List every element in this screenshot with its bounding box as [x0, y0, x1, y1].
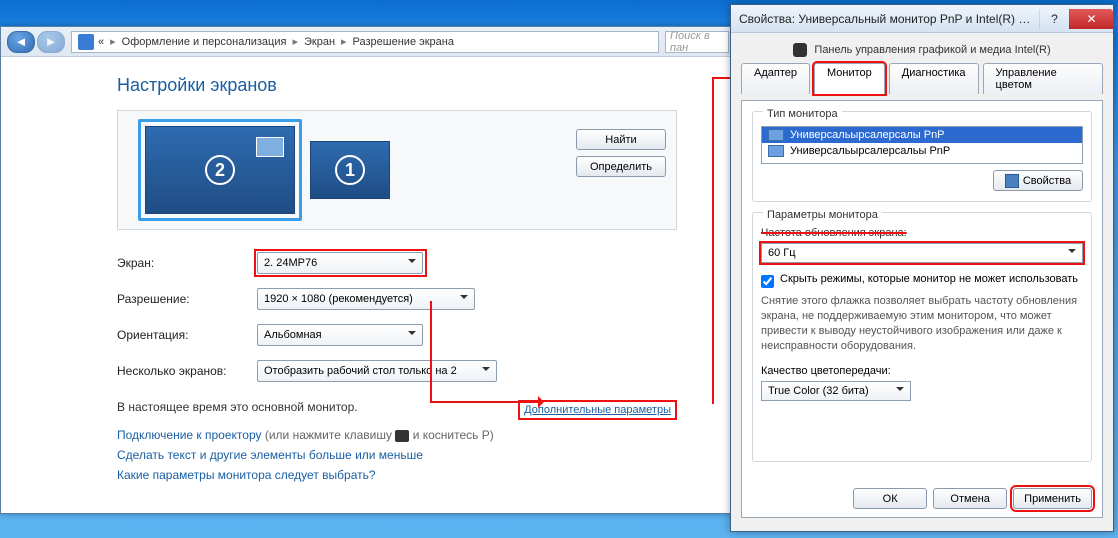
tab-diagnostics[interactable]: Диагностика — [889, 63, 979, 94]
hide-modes-checkbox[interactable]: Скрыть режимы, которые монитор не может … — [761, 273, 1083, 288]
hide-modes-hint: Снятие этого флажка позволяет выбрать ча… — [761, 294, 1083, 353]
close-button[interactable]: ✕ — [1069, 9, 1113, 29]
back-button[interactable]: ◄ — [7, 31, 35, 53]
group-monitor-params: Параметры монитора Частота обновления эк… — [752, 212, 1092, 462]
page-title: Настройки экранов — [117, 75, 709, 96]
orientation-value: Альбомная — [264, 329, 322, 341]
text-size-link[interactable]: Сделать текст и другие элементы больше и… — [117, 448, 423, 462]
monitor-list[interactable]: Универсальырсалерсалы PnP Универсальырса… — [761, 126, 1083, 164]
refresh-rate-value: 60 Гц — [768, 247, 796, 259]
apply-button[interactable]: Применить — [1013, 488, 1092, 509]
color-quality-dropdown[interactable]: True Color (32 бита) — [761, 381, 911, 401]
tab-adapter[interactable]: Адаптер — [741, 63, 810, 94]
bc-1[interactable]: Оформление и персонализация — [122, 36, 287, 48]
hide-modes-input[interactable] — [761, 275, 774, 288]
monitor-item-icon — [768, 145, 784, 157]
screen-dropdown[interactable]: 2. 24MP76 — [257, 252, 423, 274]
monitor-properties-button[interactable]: Свойства — [993, 170, 1083, 191]
dialog-titlebar[interactable]: Свойства: Универсальный монитор PnP и In… — [731, 5, 1113, 33]
advanced-settings-link[interactable]: Дополнительные параметры — [518, 400, 677, 420]
forward-button[interactable]: ► — [37, 31, 65, 53]
control-panel-icon — [78, 34, 94, 50]
refresh-rate-dropdown[interactable]: 60 Гц — [761, 243, 1083, 263]
monitor-2-thumb-icon — [256, 137, 284, 157]
monitor-list-item-selected: Универсальырсалерсалы PnP — [762, 127, 1082, 143]
color-quality-label: Качество цветопередачи: — [761, 365, 1083, 377]
monitor-2-badge: 2 — [205, 155, 235, 185]
dialog-button-row: ОК Отмена Применить — [853, 488, 1092, 509]
monitor-1-badge: 1 — [335, 155, 365, 185]
group-monitor-type-title: Тип монитора — [763, 108, 842, 120]
intel-icon — [793, 43, 807, 57]
resolution-label: Разрешение: — [117, 292, 257, 306]
monitor-arrange-panel[interactable]: 2 1 Найти Определить — [117, 110, 677, 230]
help-button[interactable]: ? — [1039, 9, 1069, 29]
explorer-toolbar: ◄ ► « ▸ Оформление и персонализация ▸ Эк… — [1, 27, 735, 57]
orientation-dropdown[interactable]: Альбомная — [257, 324, 423, 346]
control-panel-window: ◄ ► « ▸ Оформление и персонализация ▸ Эк… — [0, 26, 736, 514]
ok-button[interactable]: ОК — [853, 488, 927, 509]
bc-2[interactable]: Экран — [304, 36, 335, 48]
orientation-label: Ориентация: — [117, 328, 257, 342]
monitor-properties-dialog: Свойства: Универсальный монитор PnP и In… — [730, 4, 1114, 532]
group-monitor-type: Тип монитора Универсальырсалерсалы PnP У… — [752, 111, 1092, 202]
screen-label: Экран: — [117, 256, 257, 270]
monitor-list-item: Универсальырсалерсальы PnP — [762, 143, 1082, 159]
multi-display-dropdown[interactable]: Отобразить рабочий стол только на 2 — [257, 360, 497, 382]
intel-bar: Панель управления графикой и медиа Intel… — [741, 41, 1103, 63]
cancel-button[interactable]: Отмена — [933, 488, 1007, 509]
primary-monitor-note: В настоящее время это основной монитор. … — [117, 400, 677, 414]
nav-buttons: ◄ ► — [7, 31, 65, 53]
bc-3[interactable]: Разрешение экрана — [353, 36, 454, 48]
projector-link[interactable]: Подключение к проектору — [117, 428, 262, 442]
tab-panel-monitor: Тип монитора Универсальырсалерсалы PnP У… — [741, 100, 1103, 518]
multi-value: Отобразить рабочий стол только на 2 — [264, 365, 457, 377]
tab-monitor[interactable]: Монитор — [814, 63, 885, 94]
detect-button[interactable]: Определить — [576, 156, 666, 177]
search-input[interactable]: Поиск в пан — [665, 31, 729, 53]
breadcrumb-bar[interactable]: « ▸ Оформление и персонализация ▸ Экран … — [71, 31, 659, 53]
dialog-title: Свойства: Универсальный монитор PnP и In… — [739, 12, 1039, 26]
monitor-1[interactable]: 1 — [310, 141, 390, 199]
help-links: Подключение к проектору (или нажмите кла… — [117, 428, 709, 482]
group-monitor-params-title: Параметры монитора — [763, 209, 882, 221]
multi-label: Несколько экранов: — [117, 364, 257, 378]
monitor-item-icon — [768, 129, 784, 141]
screen-value: 2. 24MP76 — [264, 257, 317, 269]
cp-body: Настройки экранов 2 1 Найти Определить Э — [1, 57, 735, 502]
windows-key-icon — [395, 430, 409, 442]
resolution-value: 1920 × 1080 (рекомендуется) — [264, 293, 413, 305]
bc-root: « — [98, 36, 104, 48]
which-params-link[interactable]: Какие параметры монитора следует выбрать… — [117, 468, 376, 482]
color-quality-value: True Color (32 бита) — [768, 385, 869, 397]
find-button[interactable]: Найти — [576, 129, 666, 150]
tab-color-mgmt[interactable]: Управление цветом — [983, 63, 1103, 94]
monitor-2-selected[interactable]: 2 — [138, 119, 302, 221]
refresh-rate-label: Частота обновления экрана: — [761, 227, 907, 239]
display-form: Экран: 2. 24MP76 Разрешение: 1920 × 1080… — [117, 252, 677, 382]
resolution-dropdown[interactable]: 1920 × 1080 (рекомендуется) — [257, 288, 475, 310]
tab-row: Адаптер Монитор Диагностика Управление ц… — [741, 63, 1103, 94]
